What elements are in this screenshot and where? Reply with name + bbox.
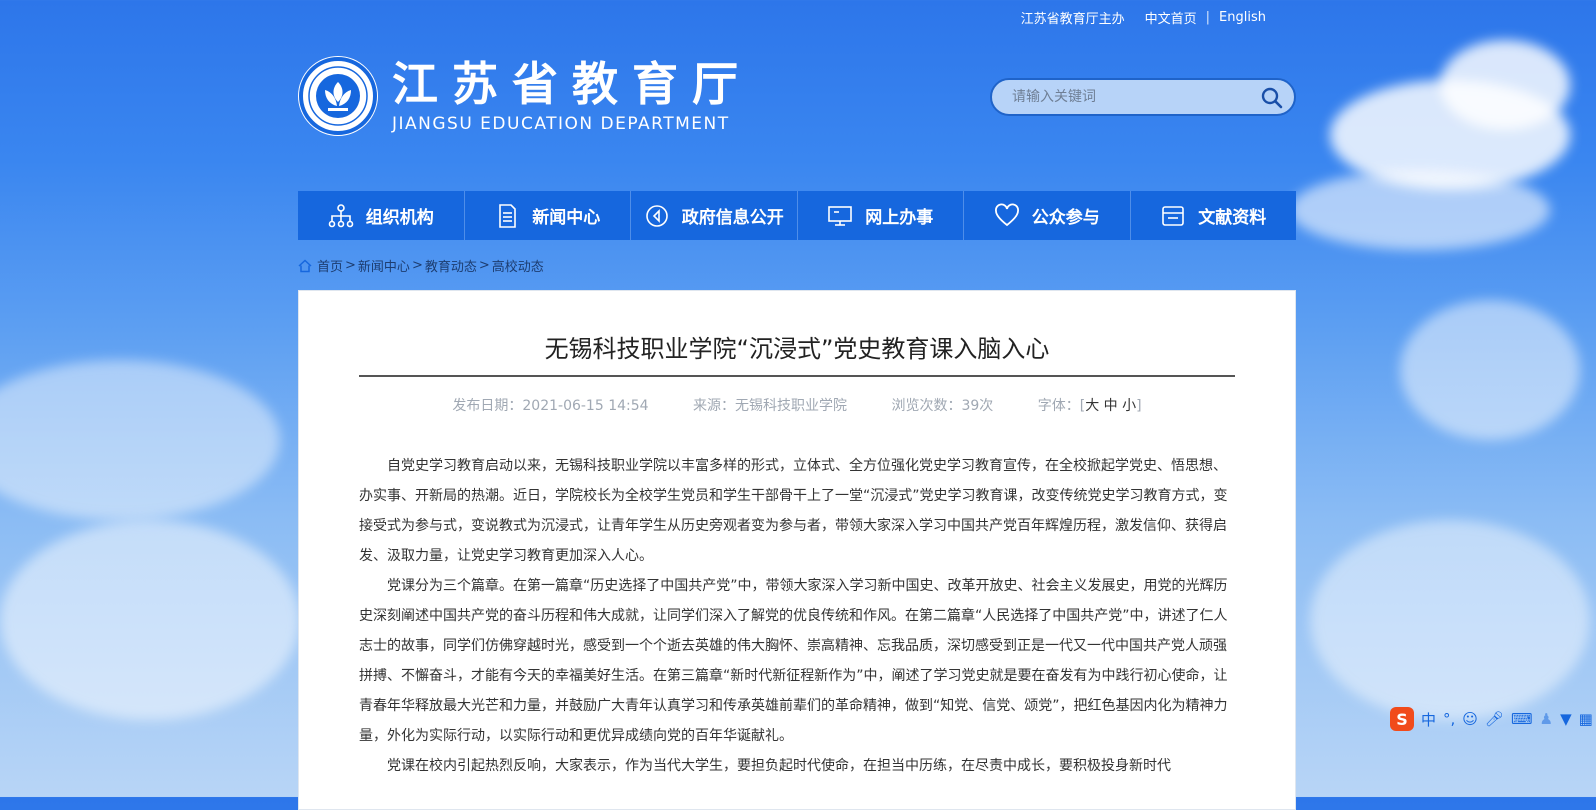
punctuation-toggle[interactable]: °,: [1443, 710, 1455, 728]
search-icon: [1261, 87, 1283, 109]
article-source: 来源：无锡科技职业学院: [693, 398, 848, 414]
site-logo[interactable]: 江苏省教育厅 JIANGSU EDUCATION DEPARTMENT: [298, 56, 752, 136]
cloud-decoration: [1310, 520, 1590, 720]
org-chart-icon: [328, 203, 354, 227]
cloud-decoration: [0, 520, 300, 720]
nav-item-public-participation[interactable]: 公众参与: [964, 191, 1131, 240]
archive-icon: [1162, 205, 1185, 226]
nav-item-gov-info[interactable]: 政府信息公开: [631, 191, 798, 240]
font-size-control: 字体：[大 中 小]: [1037, 398, 1142, 414]
view-count: 浏览次数：39次: [891, 398, 994, 414]
breadcrumb-education-news[interactable]: 教育动态: [425, 256, 477, 275]
nav-item-label: 网上办事: [865, 208, 934, 228]
nav-item-organization[interactable]: 组织机构: [298, 191, 465, 240]
font-size-medium[interactable]: 中: [1104, 398, 1118, 414]
nav-item-label: 组织机构: [365, 208, 434, 228]
breadcrumb-separator: >: [478, 258, 490, 273]
nav-item-online-services[interactable]: 网上办事: [798, 191, 964, 240]
article-paragraph: 党课分为三个篇章。在第一篇章“历史选择了中国共产党”中，带领大家深入学习新中国史…: [359, 578, 1228, 744]
emblem-icon: [298, 56, 378, 136]
top-bar: 江苏省教育厅主办 中文首页 | English: [1021, 8, 1266, 27]
emoji-icon[interactable]: ☺: [1462, 710, 1478, 728]
heart-icon: [994, 203, 1019, 226]
article-panel: 无锡科技职业学院“沉浸式”党史教育课入脑入心 发布日期：2021-06-15 1…: [298, 290, 1296, 810]
search-box: [990, 78, 1296, 116]
site-name-cn: 江苏省教育厅: [392, 57, 752, 111]
english-link[interactable]: English: [1219, 10, 1266, 25]
sponsor-text: 江苏省教育厅主办: [1020, 12, 1125, 27]
publish-date: 发布日期：2021-06-15 14:54: [452, 398, 649, 414]
site-name-en: JIANGSU EDUCATION DEPARTMENT: [392, 114, 730, 134]
font-size-small[interactable]: 小: [1122, 398, 1136, 414]
nav-item-label: 公众参与: [1031, 208, 1100, 228]
breadcrumb-home[interactable]: 首页: [317, 256, 343, 275]
cloud-decoration: [1440, 40, 1570, 130]
nav-item-label: 新闻中心: [532, 208, 601, 228]
font-size-label: 字体：: [1037, 398, 1080, 414]
nav-item-literature[interactable]: 文献资料: [1131, 191, 1297, 240]
separator: |: [1205, 10, 1211, 25]
monitor-icon: [828, 205, 853, 226]
article-body: 自党史学习教育启动以来，无锡科技职业学院以丰富多样的形式，立体式、全方位强化党史…: [359, 451, 1235, 781]
main-nav: 组织机构 新闻中心 政府信息公开 网上办事 公众参与 文献资料: [298, 191, 1296, 240]
ime-toolbar[interactable]: S 中 °, ☺ 🎤︎ ⌨ ♟ ▼ ▦: [1390, 705, 1593, 733]
breadcrumb: 首页 > 新闻中心 > 教育动态 > 高校动态: [298, 256, 544, 275]
article-paragraph: 自党史学习教育启动以来，无锡科技职业学院以丰富多样的形式，立体式、全方位强化党史…: [359, 458, 1228, 564]
nav-item-label: 政府信息公开: [681, 208, 784, 228]
chinese-home-link[interactable]: 中文首页: [1145, 8, 1197, 27]
sogou-logo-icon[interactable]: S: [1390, 707, 1414, 731]
nav-item-news[interactable]: 新闻中心: [465, 191, 631, 240]
document-icon: [499, 203, 517, 228]
breadcrumb-news-center[interactable]: 新闻中心: [358, 256, 410, 275]
cloud-decoration: [1400, 300, 1580, 440]
announcement-icon: [645, 204, 668, 227]
search-input[interactable]: [1010, 88, 1244, 106]
microphone-icon[interactable]: 🎤︎: [1485, 710, 1504, 728]
skin-icon[interactable]: ▼: [1560, 710, 1572, 728]
article-paragraph: 党课在校内引起热烈反响，大家表示，作为当代大学生，要担负起时代使命，在担当中历练…: [387, 758, 1171, 774]
breadcrumb-separator: >: [411, 258, 423, 273]
font-size-large[interactable]: 大: [1085, 398, 1099, 414]
input-mode-toggle[interactable]: 中: [1421, 709, 1436, 730]
breadcrumb-separator: >: [345, 258, 356, 273]
user-icon[interactable]: ♟: [1540, 710, 1553, 728]
keyboard-icon[interactable]: ⌨: [1511, 710, 1533, 728]
cloud-decoration: [1290, 170, 1550, 250]
article-title: 无锡科技职业学院“沉浸式”党史教育课入脑入心: [544, 335, 1050, 363]
search-button[interactable]: [1260, 86, 1284, 110]
cloud-decoration: [0, 360, 280, 520]
title-divider: [359, 375, 1235, 377]
toolbox-icon[interactable]: ▦: [1579, 710, 1593, 728]
article-meta: 发布日期：2021-06-15 14:54 来源：无锡科技职业学院 浏览次数：3…: [359, 395, 1235, 415]
home-icon: [298, 258, 312, 272]
nav-item-label: 文献资料: [1198, 208, 1267, 228]
breadcrumb-university-news[interactable]: 高校动态: [492, 256, 544, 275]
